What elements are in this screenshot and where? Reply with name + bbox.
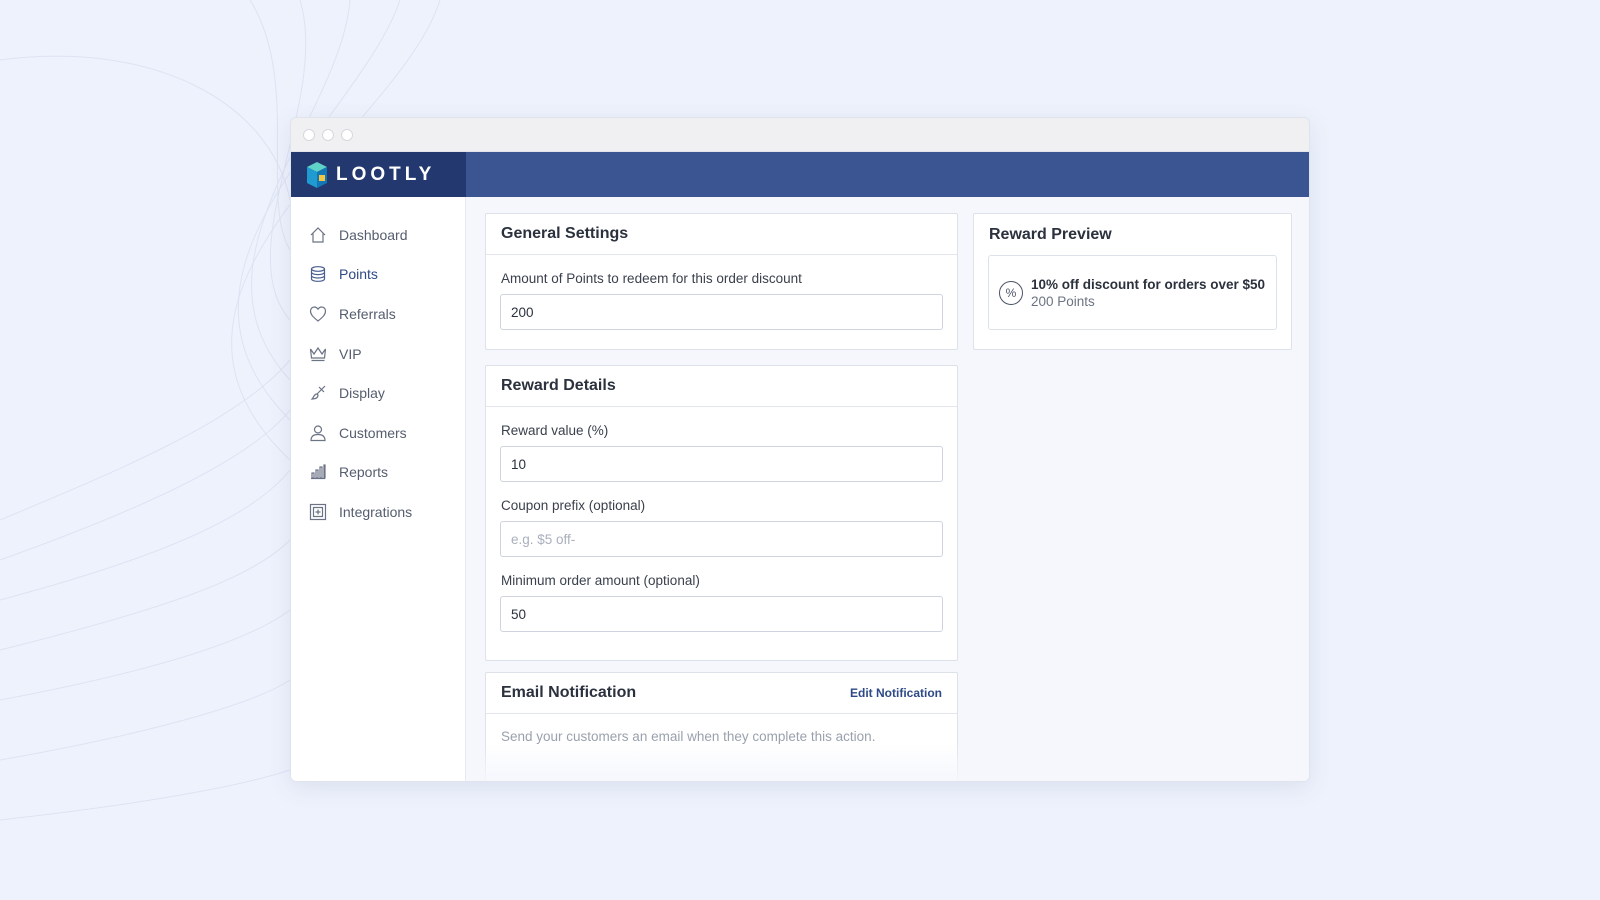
heart-icon bbox=[309, 306, 327, 322]
sidebar-item-reports[interactable]: Reports bbox=[291, 453, 465, 493]
minimum-order-input[interactable] bbox=[500, 596, 943, 632]
sidebar-item-integrations[interactable]: Integrations bbox=[291, 492, 465, 532]
sidebar-item-label: Integrations bbox=[339, 503, 413, 520]
main-content: General Settings Amount of Points to red… bbox=[466, 197, 1309, 781]
coupon-prefix-input[interactable] bbox=[500, 521, 943, 557]
lootly-logo-icon bbox=[307, 161, 327, 188]
email-notification-header: Email Notification Edit Notification bbox=[486, 673, 957, 714]
sidebar-item-referrals[interactable]: Referrals bbox=[291, 294, 465, 334]
reward-details-card: Reward Details Reward value (%) Coupon p… bbox=[485, 365, 958, 661]
sidebar-item-customers[interactable]: Customers bbox=[291, 413, 465, 453]
reward-details-header: Reward Details bbox=[486, 366, 957, 407]
reward-preview-text: 10% off discount for orders over $50 200… bbox=[1031, 277, 1265, 309]
coupon-prefix-label: Coupon prefix (optional) bbox=[501, 498, 646, 513]
reward-value-label: Reward value (%) bbox=[501, 423, 609, 438]
card-title: Reward Details bbox=[501, 377, 616, 394]
card-title: Reward Preview bbox=[989, 225, 1112, 243]
reward-preview-header: Reward Preview bbox=[974, 214, 1291, 255]
points-amount-label: Amount of Points to redeem for this orde… bbox=[501, 271, 802, 286]
sidebar-item-display[interactable]: Display bbox=[291, 373, 465, 413]
general-settings-header: General Settings bbox=[486, 214, 957, 255]
sidebar: Dashboard Points Referrals VIP Display C… bbox=[291, 197, 466, 781]
coins-icon bbox=[310, 266, 326, 283]
top-bar: LOOTLY bbox=[291, 152, 1309, 197]
reward-value-input[interactable] bbox=[500, 446, 943, 482]
brand-logo[interactable]: LOOTLY bbox=[291, 152, 466, 197]
points-amount-input[interactable] bbox=[500, 294, 943, 330]
sidebar-item-label: Customers bbox=[339, 424, 407, 441]
window-maximize-dot[interactable] bbox=[341, 129, 353, 141]
sidebar-item-label: VIP bbox=[339, 345, 362, 362]
general-settings-card: General Settings Amount of Points to red… bbox=[485, 213, 958, 350]
content-fade bbox=[466, 743, 1309, 781]
sidebar-item-vip[interactable]: VIP bbox=[291, 334, 465, 374]
edit-notification-link[interactable]: Edit Notification bbox=[850, 686, 942, 700]
email-notification-description: Send your customers an email when they c… bbox=[501, 729, 876, 744]
crown-icon bbox=[309, 346, 327, 361]
home-icon bbox=[310, 226, 326, 243]
bar-chart-icon bbox=[311, 464, 326, 480]
window-minimize-dot[interactable] bbox=[322, 129, 334, 141]
sidebar-item-label: Points bbox=[339, 266, 378, 283]
minimum-order-label: Minimum order amount (optional) bbox=[501, 573, 700, 588]
reward-preview-points: 200 Points bbox=[1031, 293, 1095, 309]
sidebar-item-label: Display bbox=[339, 385, 385, 402]
sidebar-item-label: Reports bbox=[339, 464, 389, 481]
reward-preview-title: 10% off discount for orders over $50 bbox=[1031, 276, 1266, 292]
card-title: Email Notification bbox=[501, 684, 637, 701]
plus-square-icon bbox=[309, 503, 327, 521]
card-title: General Settings bbox=[501, 225, 629, 242]
reward-preview-box: % 10% off discount for orders over $50 2… bbox=[988, 255, 1277, 330]
percent-icon: % bbox=[999, 280, 1023, 305]
brush-icon bbox=[310, 385, 326, 400]
sidebar-item-label: Dashboard bbox=[339, 226, 408, 243]
sidebar-item-label: Referrals bbox=[339, 305, 396, 322]
reward-preview-card: Reward Preview % 10% off discount for or… bbox=[973, 213, 1292, 350]
sidebar-item-dashboard[interactable]: Dashboard bbox=[291, 215, 465, 255]
user-icon bbox=[310, 425, 326, 441]
brand-name: LOOTLY bbox=[336, 163, 436, 185]
window-titlebar bbox=[291, 118, 1309, 152]
app-window: LOOTLY Dashboard Points Referrals VIP Di… bbox=[290, 117, 1310, 782]
window-close-dot[interactable] bbox=[303, 129, 315, 141]
sidebar-item-points[interactable]: Points bbox=[291, 255, 465, 295]
